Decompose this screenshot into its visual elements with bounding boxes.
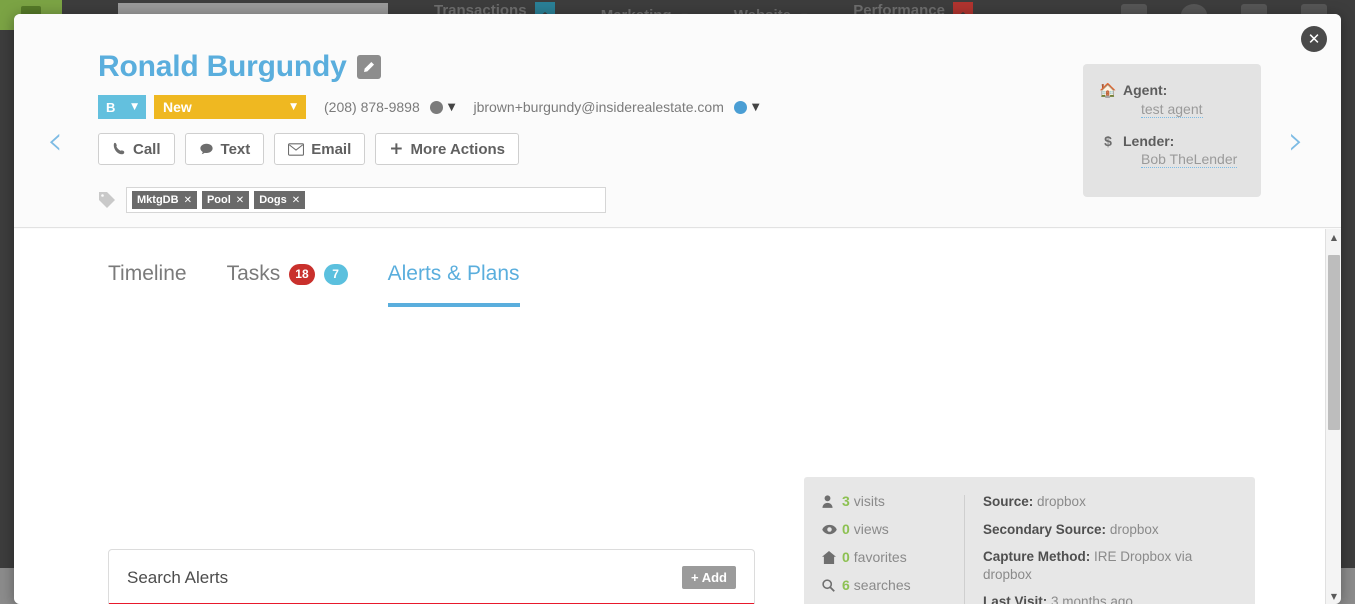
call-button[interactable]: Call [98, 133, 175, 165]
eye-icon [822, 524, 842, 535]
email-options-chevron-icon[interactable]: ▼ [752, 102, 760, 113]
more-actions-button[interactable]: + More Actions [375, 133, 519, 165]
close-icon[interactable]: ✕ [1301, 26, 1327, 52]
remove-tag-icon[interactable]: ✕ [184, 195, 192, 206]
remove-tag-icon[interactable]: ✕ [236, 195, 244, 206]
engagement-details: Source: dropbox Secondary Source: dropbo… [965, 477, 1255, 604]
favorites-value: 0 [842, 549, 850, 565]
chevron-down-icon: ▼ [131, 102, 138, 112]
previous-contact-arrow-icon[interactable]: ‹ [38, 119, 72, 163]
chat-bubble-icon [199, 143, 213, 155]
contact-phone[interactable]: (208) 878-9898 [324, 99, 420, 115]
detail-secondary-source-value: dropbox [1109, 521, 1159, 537]
agent-row: 🏠 Agent: [1099, 82, 1261, 99]
page-title: Ronald Burgundy [98, 50, 347, 83]
visits-counter: 3 visits [822, 493, 964, 509]
tag-label: MktgDB [137, 194, 179, 206]
lender-value[interactable]: Bob TheLender [1141, 151, 1238, 168]
dollar-icon: $ [1104, 133, 1112, 149]
content-tabs: Timeline Tasks 18 7 Alerts & Plans [108, 262, 520, 307]
plus-icon: + [389, 138, 404, 159]
scroll-down-icon[interactable]: ▼ [1326, 588, 1341, 604]
status-value: New [163, 99, 192, 115]
email-button-label: Email [311, 140, 352, 158]
text-button-label: Text [220, 140, 251, 158]
assignment-panel: 🏠 Agent: test agent $ Lender: Bob TheLen… [1083, 64, 1261, 197]
tag-chip[interactable]: MktgDB ✕ [132, 191, 197, 209]
tab-timeline[interactable]: Timeline [108, 262, 187, 303]
grade-dropdown[interactable]: B ▼ [98, 95, 146, 119]
lender-label: Lender: [1123, 133, 1175, 149]
person-icon [822, 494, 842, 508]
modal-body: Timeline Tasks 18 7 Alerts & Plans Searc… [14, 229, 1325, 604]
detail-source-label: Source: [983, 494, 1034, 509]
text-button[interactable]: Text [184, 133, 265, 165]
remove-tag-icon[interactable]: ✕ [292, 195, 300, 206]
visits-label: visits [853, 493, 885, 509]
agent-label: Agent: [1123, 82, 1168, 98]
scroll-up-icon[interactable]: ▲ [1326, 229, 1341, 245]
detail-capture-method: Capture Method: IRE Dropbox via dropbox [983, 548, 1241, 583]
detail-capture-method-label: Capture Method: [983, 549, 1091, 565]
detail-last-visit: Last Visit: 3 months ago [983, 593, 1241, 604]
tab-timeline-label: Timeline [108, 262, 187, 285]
detail-source: Source: dropbox [983, 493, 1241, 511]
views-value: 0 [842, 521, 850, 537]
tag-chip[interactable]: Dogs ✕ [254, 191, 306, 209]
visits-value: 3 [842, 493, 850, 509]
detail-source-value: dropbox [1037, 494, 1086, 509]
agent-value[interactable]: test agent [1141, 101, 1203, 118]
engagement-panel: 3 visits 0 views 0 favorites 6 searches … [804, 477, 1255, 604]
tab-alerts-plans[interactable]: Alerts & Plans [387, 262, 520, 307]
next-contact-arrow-icon[interactable]: › [1279, 119, 1313, 163]
phone-status-dot-icon [429, 100, 443, 114]
grade-value: B [106, 99, 116, 115]
chevron-down-icon: ▼ [290, 102, 297, 112]
call-button-label: Call [133, 140, 161, 158]
tasks-upcoming-badge: 7 [323, 263, 348, 285]
tab-alerts-plans-label: Alerts & Plans [387, 262, 520, 285]
search-alerts-card: Search Alerts + Add Draper 4/3 Polygon 6… [108, 549, 755, 604]
contact-header: Ronald Burgundy B ▼ New ▼ (208) 878-9898… [14, 14, 1341, 228]
email-status-dot-icon [733, 100, 747, 114]
envelope-icon [288, 142, 305, 156]
detail-secondary-source-label: Secondary Source: [983, 521, 1107, 537]
home-icon [822, 550, 842, 564]
search-alerts-header: Search Alerts + Add [109, 550, 754, 603]
status-dropdown[interactable]: New ▼ [154, 95, 306, 119]
searches-label: searches [853, 577, 911, 593]
tag-label: Pool [206, 194, 231, 206]
modal-scrollbar[interactable]: ▲ ▼ [1325, 229, 1341, 604]
add-search-alert-button[interactable]: + Add [682, 566, 736, 589]
tag-icon [99, 192, 115, 208]
tab-tasks-label: Tasks [226, 262, 281, 285]
favorites-label: favorites [853, 549, 907, 565]
tag-label: Dogs [259, 194, 287, 206]
pencil-icon[interactable] [356, 55, 381, 79]
house-icon: 🏠 [1099, 82, 1117, 98]
more-actions-button-label: More Actions [410, 140, 505, 158]
searches-counter: 6 searches [822, 577, 964, 593]
detail-last-visit-label: Last Visit: [983, 594, 1048, 604]
engagement-counters: 3 visits 0 views 0 favorites 6 searches [804, 477, 964, 604]
lender-row: $ Lender: [1099, 133, 1261, 149]
detail-last-visit-value: 3 months ago [1051, 594, 1133, 604]
tasks-overdue-badge: 18 [289, 263, 315, 285]
search-icon [822, 578, 842, 592]
search-alerts-title: Search Alerts [127, 567, 229, 587]
email-button[interactable]: Email [274, 133, 366, 165]
searches-value: 6 [842, 577, 850, 593]
tag-chip[interactable]: Pool ✕ [201, 191, 250, 209]
detail-secondary-source: Secondary Source: dropbox [983, 521, 1241, 539]
tags-input[interactable]: MktgDB ✕ Pool ✕ Dogs ✕ [126, 187, 606, 213]
contact-detail-modal: ✕ ‹ › Ronald Burgundy B ▼ New ▼ (208) 87 [14, 14, 1341, 604]
views-label: views [853, 521, 889, 537]
contact-email[interactable]: jbrown+burgundy@insiderealestate.com [473, 99, 723, 115]
phone-icon [113, 142, 125, 155]
tab-tasks[interactable]: Tasks 18 7 [227, 262, 348, 303]
scrollbar-thumb[interactable] [1328, 255, 1340, 430]
views-counter: 0 views [822, 521, 964, 537]
favorites-counter: 0 favorites [822, 549, 964, 565]
phone-options-chevron-icon[interactable]: ▼ [448, 102, 456, 113]
